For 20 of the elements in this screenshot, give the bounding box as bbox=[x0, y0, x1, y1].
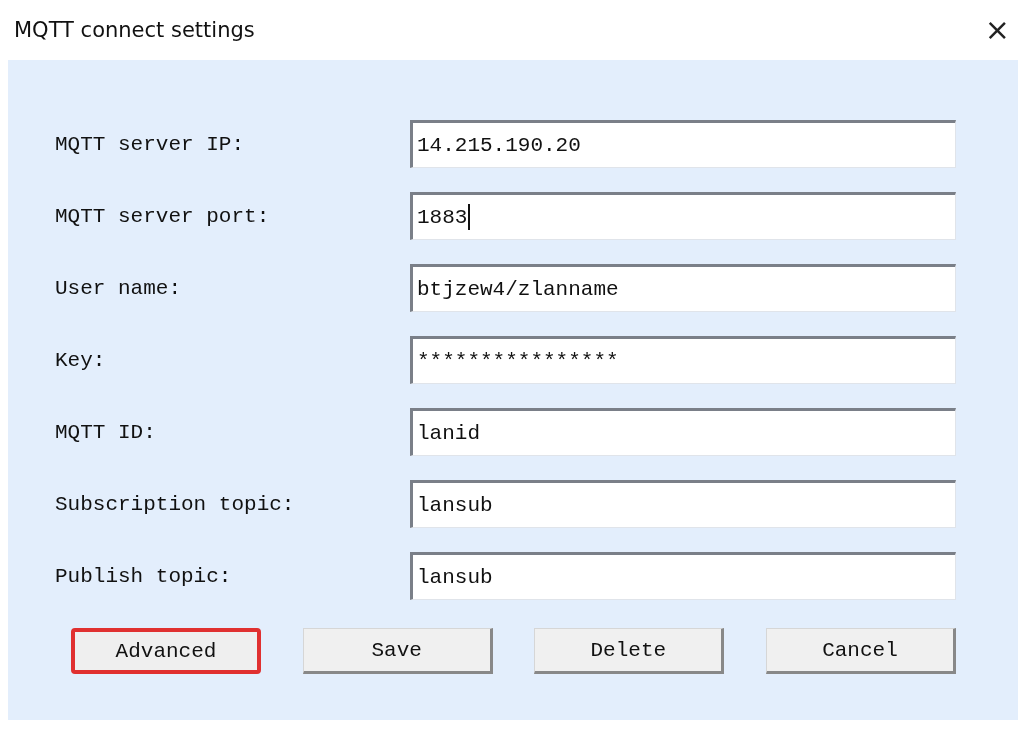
dialog-button[interactable]: Advanced bbox=[71, 628, 261, 674]
field-label: User name: bbox=[55, 276, 183, 300]
input-field[interactable]: **************** bbox=[410, 336, 956, 384]
dialog-button[interactable]: Cancel bbox=[765, 628, 956, 674]
input-field[interactable]: 1883 bbox=[410, 192, 956, 240]
field-label: MQTT ID: bbox=[55, 420, 157, 444]
input-field[interactable]: btjzew4/zlanname bbox=[410, 264, 956, 312]
field-label: Key: bbox=[55, 348, 107, 372]
dialog-button[interactable]: Delete bbox=[534, 628, 725, 674]
field-label: MQTT server port: bbox=[55, 204, 271, 228]
window-title: MQTT connect settings bbox=[14, 18, 255, 42]
input-field[interactable]: lansub bbox=[410, 552, 956, 600]
input-field[interactable]: lansub bbox=[410, 480, 956, 528]
input-field[interactable]: lanid bbox=[410, 408, 956, 456]
field-label: MQTT server IP: bbox=[55, 132, 246, 156]
dialog-button[interactable]: Save bbox=[302, 628, 493, 674]
input-field[interactable]: 14.215.190.20 bbox=[410, 120, 956, 168]
close-button[interactable]: × bbox=[980, 15, 1014, 45]
field-label: Subscription topic: bbox=[55, 492, 296, 516]
field-label: Publish topic: bbox=[55, 564, 233, 588]
